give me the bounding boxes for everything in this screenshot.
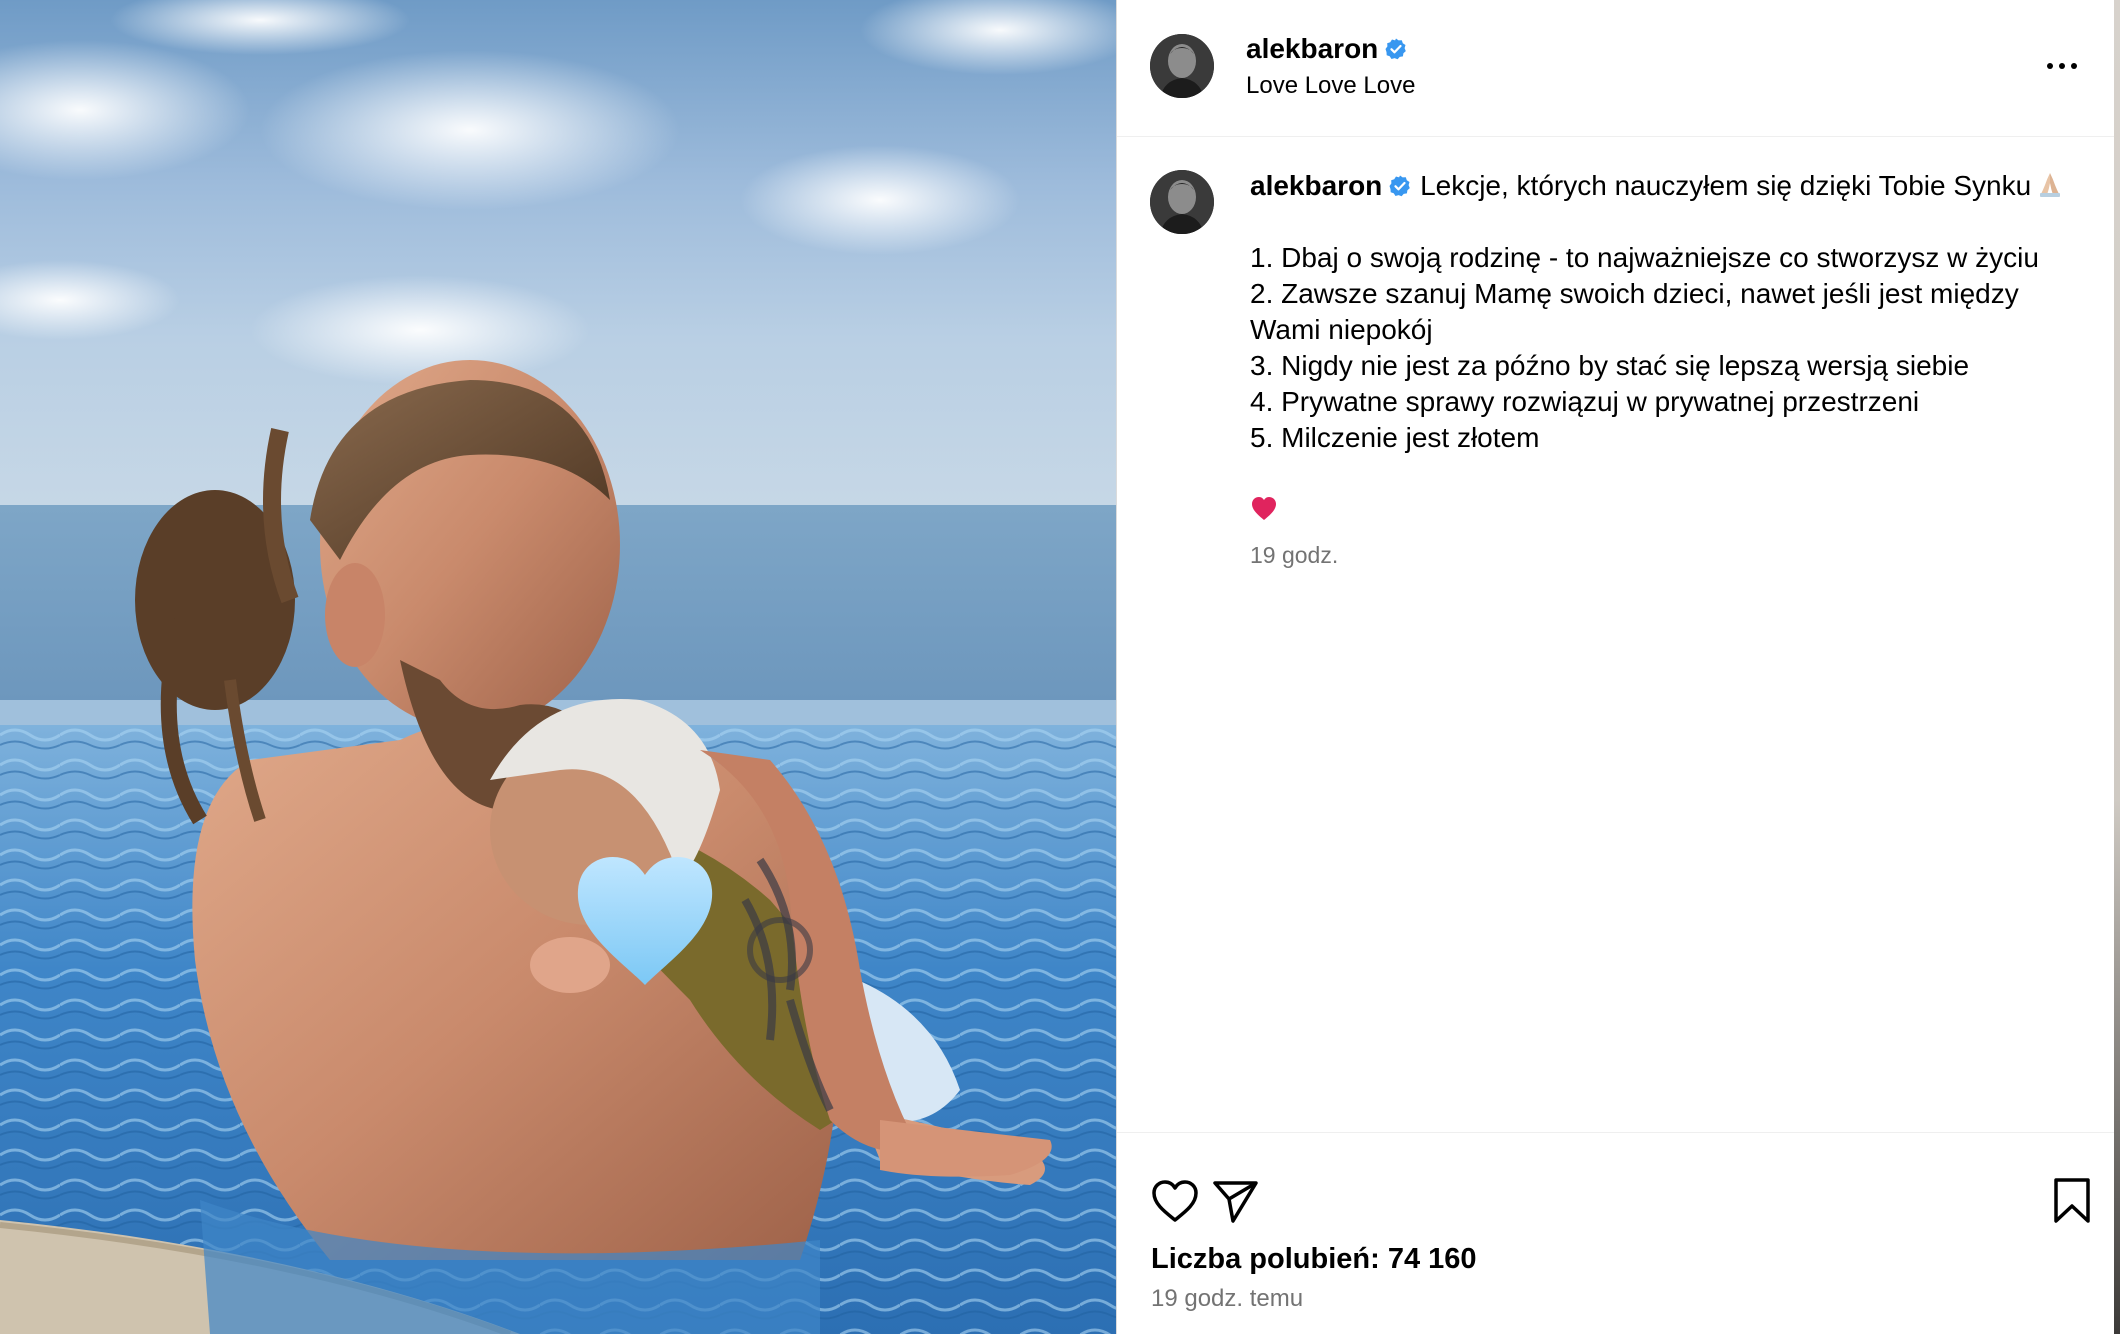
caption-timestamp[interactable]: 19 godz. <box>1250 540 2080 570</box>
verified-badge-icon <box>1385 38 1407 60</box>
caption-item-1: 1. Dbaj o swoją rodzinę - to najważniejs… <box>1250 242 2039 273</box>
caption-item-2: 2. Zawsze szanuj Mamę swoich dzieci, naw… <box>1250 278 2019 345</box>
caption-item-5: 5. Milczenie jest złotem <box>1250 422 1540 453</box>
verified-badge-icon <box>1389 175 1411 197</box>
avatar[interactable] <box>1150 34 1214 98</box>
post-header: alekbaron Love Love Love <box>1117 0 2115 137</box>
caption-intro: alekbaron Lekcje, których nauczyłem się … <box>1250 168 2080 204</box>
more-options-icon[interactable] <box>2037 46 2087 86</box>
caption-closing <box>1250 492 2080 528</box>
heart-outline-icon[interactable] <box>1150 1177 1200 1227</box>
caption-item-3: 3. Nigdy nie jest za późno by stać się l… <box>1250 350 1970 381</box>
caption-username[interactable]: alekbaron <box>1250 170 1382 201</box>
red-heart-emoji-icon <box>1252 497 1276 520</box>
instagram-post-window: alekbaron Love Love Love alekbaron Lekcj… <box>0 0 2120 1334</box>
likes-count[interactable]: Liczba polubień: 74 160 <box>1151 1241 1477 1277</box>
caption-text: alekbaron Lekcje, których nauczyłem się … <box>1250 168 2080 570</box>
bookmark-icon[interactable] <box>2047 1175 2097 1225</box>
caption-avatar[interactable] <box>1150 170 1214 234</box>
background-window-edge <box>2114 0 2120 1334</box>
caption-intro-text: Lekcje, których nauczyłem się dzięki Tob… <box>1420 170 2032 201</box>
caption-item-4: 4. Prywatne sprawy rozwiązuj w prywatnej… <box>1250 386 1920 417</box>
paper-plane-icon[interactable] <box>1210 1175 1260 1225</box>
post-actions-footer: Liczba polubień: 74 160 19 godz. temu <box>1117 1132 2115 1334</box>
folded-hands-emoji-icon <box>2040 173 2061 197</box>
post-photo[interactable] <box>0 0 1116 1334</box>
header-username-line: alekbaron <box>1246 30 1408 68</box>
post-details-panel: alekbaron Love Love Love alekbaron Lekcj… <box>1116 0 2115 1334</box>
header-username[interactable]: alekbaron <box>1246 33 1378 64</box>
post-timestamp[interactable]: 19 godz. temu <box>1151 1283 1303 1315</box>
post-location-subtitle[interactable]: Love Love Love <box>1246 70 1415 102</box>
